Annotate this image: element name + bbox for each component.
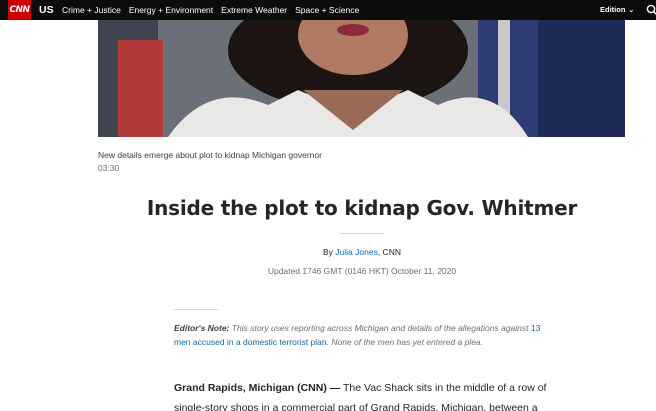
top-navigation-bar: CNN US Crime + Justice Energy + Environm… (0, 0, 656, 20)
headline-divider (340, 233, 384, 234)
cnn-logo[interactable]: CNN (8, 0, 31, 20)
video-frame-image (98, 20, 625, 137)
body-divider (174, 309, 218, 310)
editors-note-text-2: . None of the men has yet entered a plea… (326, 337, 484, 347)
editors-note-text-1: This story uses reporting across Michiga… (229, 323, 531, 333)
article-paragraph: Grand Rapids, Michigan (CNN) — The Vac S… (174, 378, 554, 411)
article-timestamp: Updated 1746 GMT (0146 HKT) October 11, … (267, 266, 457, 276)
nav-link-crime-justice[interactable]: Crime + Justice (62, 0, 121, 20)
nav-link-energy-environment[interactable]: Energy + Environment (129, 0, 213, 20)
chevron-down-icon: ⌄ (628, 7, 635, 14)
article-headline: Inside the plot to kidnap Gov. Whitmer (146, 196, 578, 220)
edition-menu[interactable]: Edition ⌄ (600, 0, 634, 20)
byline-suffix: , CNN (377, 247, 401, 257)
video-caption[interactable]: New details emerge about plot to kidnap … (98, 150, 322, 160)
search-icon[interactable] (646, 4, 656, 16)
author-link[interactable]: Julia Jones (335, 247, 378, 257)
video-player-thumbnail[interactable] (98, 20, 625, 137)
article-dateline: Grand Rapids, Michigan (CNN) — (174, 382, 341, 394)
editors-note-label: Editor's Note: (174, 323, 230, 333)
nav-link-extreme-weather[interactable]: Extreme Weather (221, 0, 287, 20)
edition-label: Edition (600, 5, 626, 14)
article-byline: By Julia Jones, CNN (0, 247, 656, 257)
video-duration: 03:30 (98, 163, 120, 173)
byline-prefix: By (323, 247, 336, 257)
nav-link-space-science[interactable]: Space + Science (295, 0, 359, 20)
section-nav-links: Crime + Justice Energy + Environment Ext… (62, 0, 367, 20)
editors-note: Editor's Note: This story uses reporting… (174, 321, 546, 349)
section-label-us[interactable]: US (39, 0, 54, 20)
